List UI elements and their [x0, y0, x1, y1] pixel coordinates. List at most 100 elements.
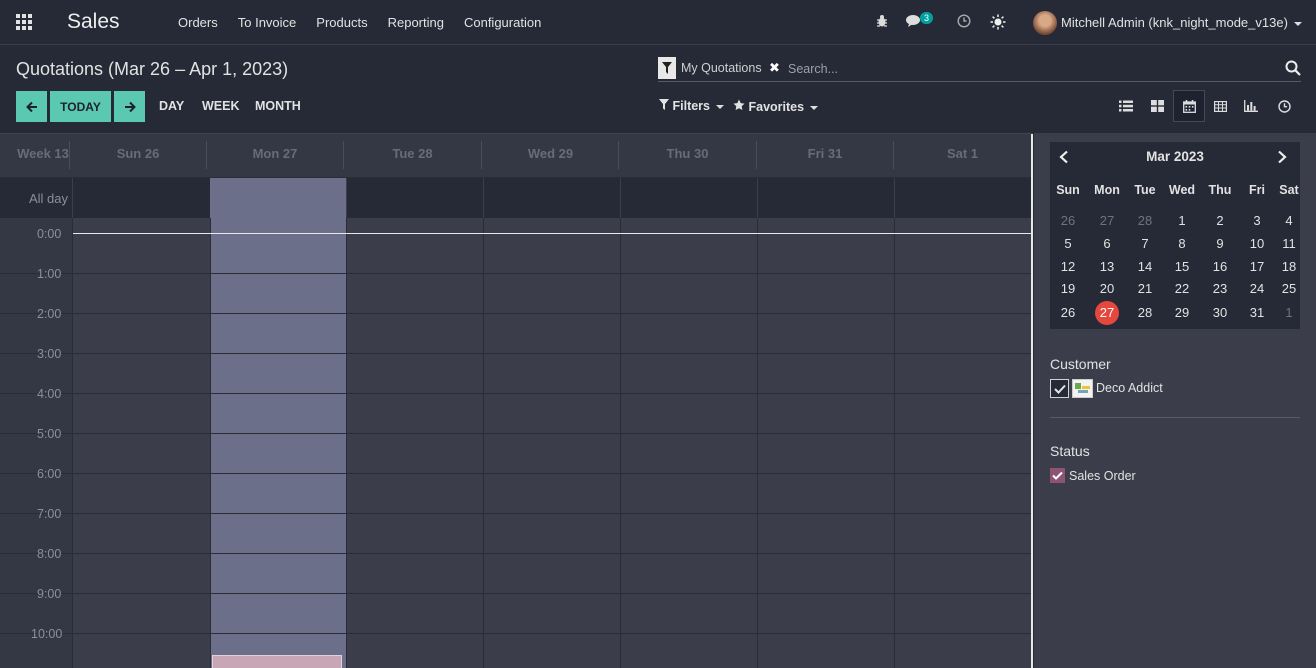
- current-time-line: [73, 233, 1031, 234]
- activity-view-button[interactable]: [1268, 90, 1300, 122]
- mini-calendar-day[interactable]: 29: [1167, 305, 1197, 320]
- day-header-mon: Mon 27: [252, 146, 298, 161]
- mini-calendar-day[interactable]: 14: [1130, 259, 1160, 274]
- remove-facet-icon[interactable]: ✖: [769, 60, 780, 76]
- mini-calendar-day[interactable]: 23: [1205, 281, 1235, 296]
- user-name: Mitchell Admin (knk_night_mode_v13e): [1061, 15, 1288, 30]
- time-grid[interactable]: 0:00 1:00 2:00 3:00 4:00 5:00 6:00 7:00 …: [0, 218, 1033, 668]
- mini-calendar-day[interactable]: 26: [1053, 213, 1083, 228]
- previous-button[interactable]: [16, 91, 47, 122]
- scale-month-button[interactable]: MONTH: [255, 99, 301, 113]
- mini-calendar-dow: Thu: [1208, 183, 1232, 197]
- mini-calendar-day[interactable]: 27: [1092, 213, 1122, 228]
- mini-calendar-day[interactable]: 6: [1092, 236, 1122, 251]
- today-button[interactable]: TODAY: [50, 91, 111, 122]
- mini-calendar-day[interactable]: 2: [1205, 213, 1235, 228]
- mini-calendar-day[interactable]: 10: [1242, 236, 1272, 251]
- hour-label: 2:00: [37, 307, 62, 321]
- favorites-dropdown[interactable]: Favorites: [733, 99, 819, 114]
- mini-calendar-day[interactable]: 30: [1205, 305, 1235, 320]
- bug-icon[interactable]: [874, 14, 890, 30]
- hour-label: 5:00: [37, 427, 62, 441]
- mini-calendar-day[interactable]: 5: [1053, 236, 1083, 251]
- day-header-sun: Sun 26: [116, 146, 160, 161]
- search-input[interactable]: [788, 59, 1268, 79]
- day-header-tue: Tue 28: [392, 146, 433, 161]
- mini-calendar-day[interactable]: 4: [1274, 213, 1304, 228]
- user-avatar[interactable]: [1033, 11, 1057, 35]
- day-column-thu[interactable]: [620, 218, 757, 668]
- scale-day-button[interactable]: DAY: [159, 99, 184, 113]
- mini-calendar-day[interactable]: 28: [1130, 213, 1160, 228]
- mini-calendar-day[interactable]: 12: [1053, 259, 1083, 274]
- mini-calendar-day-selected[interactable]: 27: [1095, 301, 1119, 325]
- favorites-label: Favorites: [748, 100, 805, 114]
- mini-calendar-day[interactable]: 24: [1242, 281, 1272, 296]
- chevron-left-icon[interactable]: [1058, 150, 1070, 164]
- menu-orders[interactable]: Orders: [168, 15, 228, 30]
- day-column-wed[interactable]: [483, 218, 620, 668]
- next-button[interactable]: [114, 91, 145, 122]
- day-header-fri: Fri 31: [807, 146, 843, 161]
- hour-label: 9:00: [37, 587, 62, 601]
- menu-reporting[interactable]: Reporting: [378, 15, 454, 30]
- day-column-fri[interactable]: [757, 218, 894, 668]
- mini-calendar-day[interactable]: 3: [1242, 213, 1272, 228]
- day-header-thu: Thu 30: [666, 146, 709, 161]
- mini-calendar-day[interactable]: 13: [1092, 259, 1122, 274]
- all-day-row[interactable]: All day: [0, 178, 1033, 218]
- calendar-event[interactable]: [212, 655, 342, 668]
- menu-configuration[interactable]: Configuration: [454, 15, 551, 30]
- mini-calendar-day[interactable]: 21: [1130, 281, 1160, 296]
- mini-calendar-day[interactable]: 19: [1053, 281, 1083, 296]
- mini-calendar-day[interactable]: 26: [1053, 305, 1083, 320]
- checkmark-icon: [1052, 471, 1063, 480]
- today-all-day-cell[interactable]: [210, 178, 346, 218]
- mini-calendar-day[interactable]: 16: [1205, 259, 1235, 274]
- search-icon[interactable]: [1285, 60, 1301, 76]
- kanban-view-icon: [1150, 100, 1164, 112]
- mini-calendar-day[interactable]: 17: [1242, 259, 1272, 274]
- mini-calendar-day[interactable]: 9: [1205, 236, 1235, 251]
- mini-calendar-day[interactable]: 25: [1274, 281, 1304, 296]
- customer-checkbox[interactable]: [1050, 379, 1069, 398]
- apps-menu-icon[interactable]: [16, 14, 34, 30]
- calendar-view-button[interactable]: [1173, 90, 1205, 122]
- list-view-button[interactable]: [1110, 90, 1142, 122]
- mini-calendar-day[interactable]: 11: [1274, 236, 1304, 251]
- mini-calendar-dow: Wed: [1168, 183, 1196, 197]
- calendar-sidebar: Mar 2023 Sun Mon Tue Wed Thu Fri Sat 26 27 28 1 2 3 4…: [1034, 133, 1316, 668]
- list-view-icon: [1119, 100, 1133, 112]
- mini-calendar-day[interactable]: 31: [1242, 305, 1272, 320]
- mini-calendar-day[interactable]: 15: [1167, 259, 1197, 274]
- mini-calendar-day[interactable]: 1: [1167, 213, 1197, 228]
- user-menu[interactable]: Mitchell Admin (knk_night_mode_v13e): [1061, 15, 1302, 30]
- menu-to-invoice[interactable]: To Invoice: [228, 15, 307, 30]
- mini-calendar-day[interactable]: 7: [1130, 236, 1160, 251]
- day-column-sat[interactable]: [894, 218, 1031, 668]
- chevron-down-icon: [1293, 21, 1302, 26]
- graph-view-button[interactable]: [1235, 90, 1267, 122]
- app-brand[interactable]: Sales: [67, 10, 120, 34]
- night-mode-sun-icon[interactable]: [990, 14, 1006, 30]
- calendar-divider: [1031, 134, 1033, 668]
- mini-calendar-day[interactable]: 22: [1167, 281, 1197, 296]
- activity-clock-icon[interactable]: [956, 14, 972, 30]
- day-column-sun[interactable]: [72, 218, 210, 668]
- chevron-right-icon[interactable]: [1276, 150, 1288, 164]
- status-checkbox[interactable]: [1050, 468, 1065, 483]
- arrow-left-icon: [25, 101, 37, 112]
- mini-calendar-day[interactable]: 8: [1167, 236, 1197, 251]
- day-column-tue[interactable]: [346, 218, 483, 668]
- filters-dropdown[interactable]: Filters: [659, 99, 724, 113]
- mini-calendar-day[interactable]: 1: [1274, 305, 1304, 320]
- kanban-view-button[interactable]: [1141, 90, 1173, 122]
- menu-products[interactable]: Products: [306, 15, 377, 30]
- scale-week-button[interactable]: WEEK: [202, 99, 240, 113]
- mini-calendar-day[interactable]: 18: [1274, 259, 1304, 274]
- mini-calendar-day[interactable]: 28: [1130, 305, 1160, 320]
- day-header-wed: Wed 29: [527, 146, 574, 161]
- pivot-view-button[interactable]: [1204, 90, 1236, 122]
- mini-calendar-day[interactable]: 20: [1092, 281, 1122, 296]
- day-column-mon-today[interactable]: [210, 218, 346, 668]
